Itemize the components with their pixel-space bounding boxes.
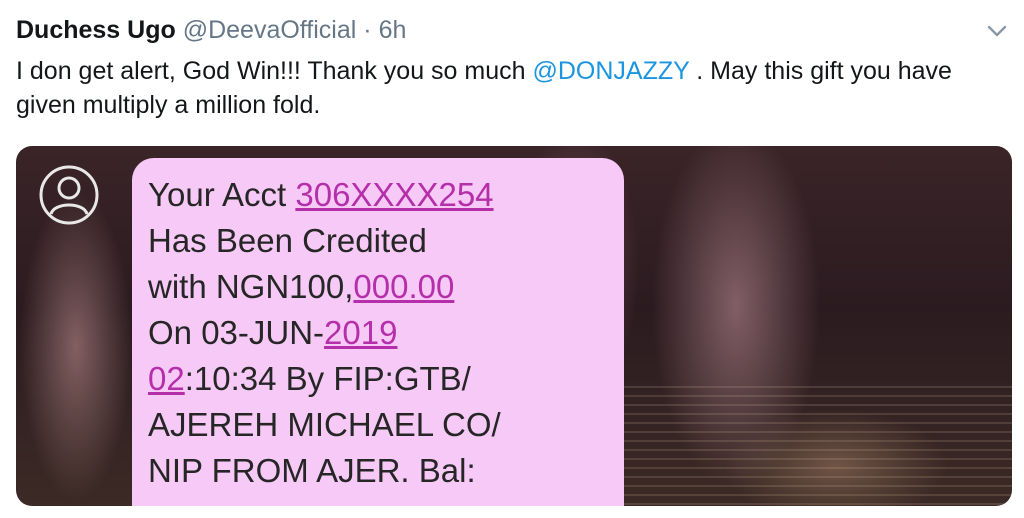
mention-link[interactable]: @DONJAZZY: [532, 57, 689, 85]
sms-line-2: Has Been Credited: [148, 222, 427, 259]
tweet-text: I don get alert, God Win!!! Thank you so…: [16, 54, 1006, 122]
sms-text: Your Acct 306XXXX254 Has Been Credited w…: [148, 172, 618, 494]
tweet-timestamp[interactable]: 6h: [379, 16, 407, 44]
sms-line-3: with NGN100,: [148, 268, 354, 305]
sms-line-6: AJEREH MICHAEL CO/: [148, 406, 501, 443]
sms-line-7: NIP FROM AJER. Bal:: [148, 452, 476, 489]
sms-bubble: Your Acct 306XXXX254 Has Been Credited w…: [132, 158, 624, 506]
chevron-down-icon[interactable]: [984, 18, 1010, 44]
background-texture: [616, 386, 1012, 506]
separator-dot: ·: [363, 16, 372, 44]
sms-account-link[interactable]: 306XXXX254: [295, 176, 493, 213]
tweet-header: Duchess Ugo @DeevaOfficial · 6h: [16, 14, 964, 46]
sms-line-4: On 03-JUN-: [148, 314, 325, 351]
author-handle[interactable]: @DeevaOfficial: [183, 16, 357, 44]
sms-line-5: :10:34 By FIP:GTB/: [184, 360, 471, 397]
tweet-text-start: I don get alert, God Win!!! Thank you so…: [16, 57, 533, 85]
sms-year-link[interactable]: 2019: [324, 314, 397, 351]
sms-hour-link[interactable]: 02: [148, 360, 185, 397]
sms-line-1: Your Acct: [148, 176, 296, 213]
author-name[interactable]: Duchess Ugo: [16, 16, 176, 44]
user-avatar-icon: [38, 164, 100, 226]
tweet-media-image[interactable]: Your Acct 306XXXX254 Has Been Credited w…: [16, 146, 1012, 506]
sms-amount-link[interactable]: 000.00: [353, 268, 454, 305]
